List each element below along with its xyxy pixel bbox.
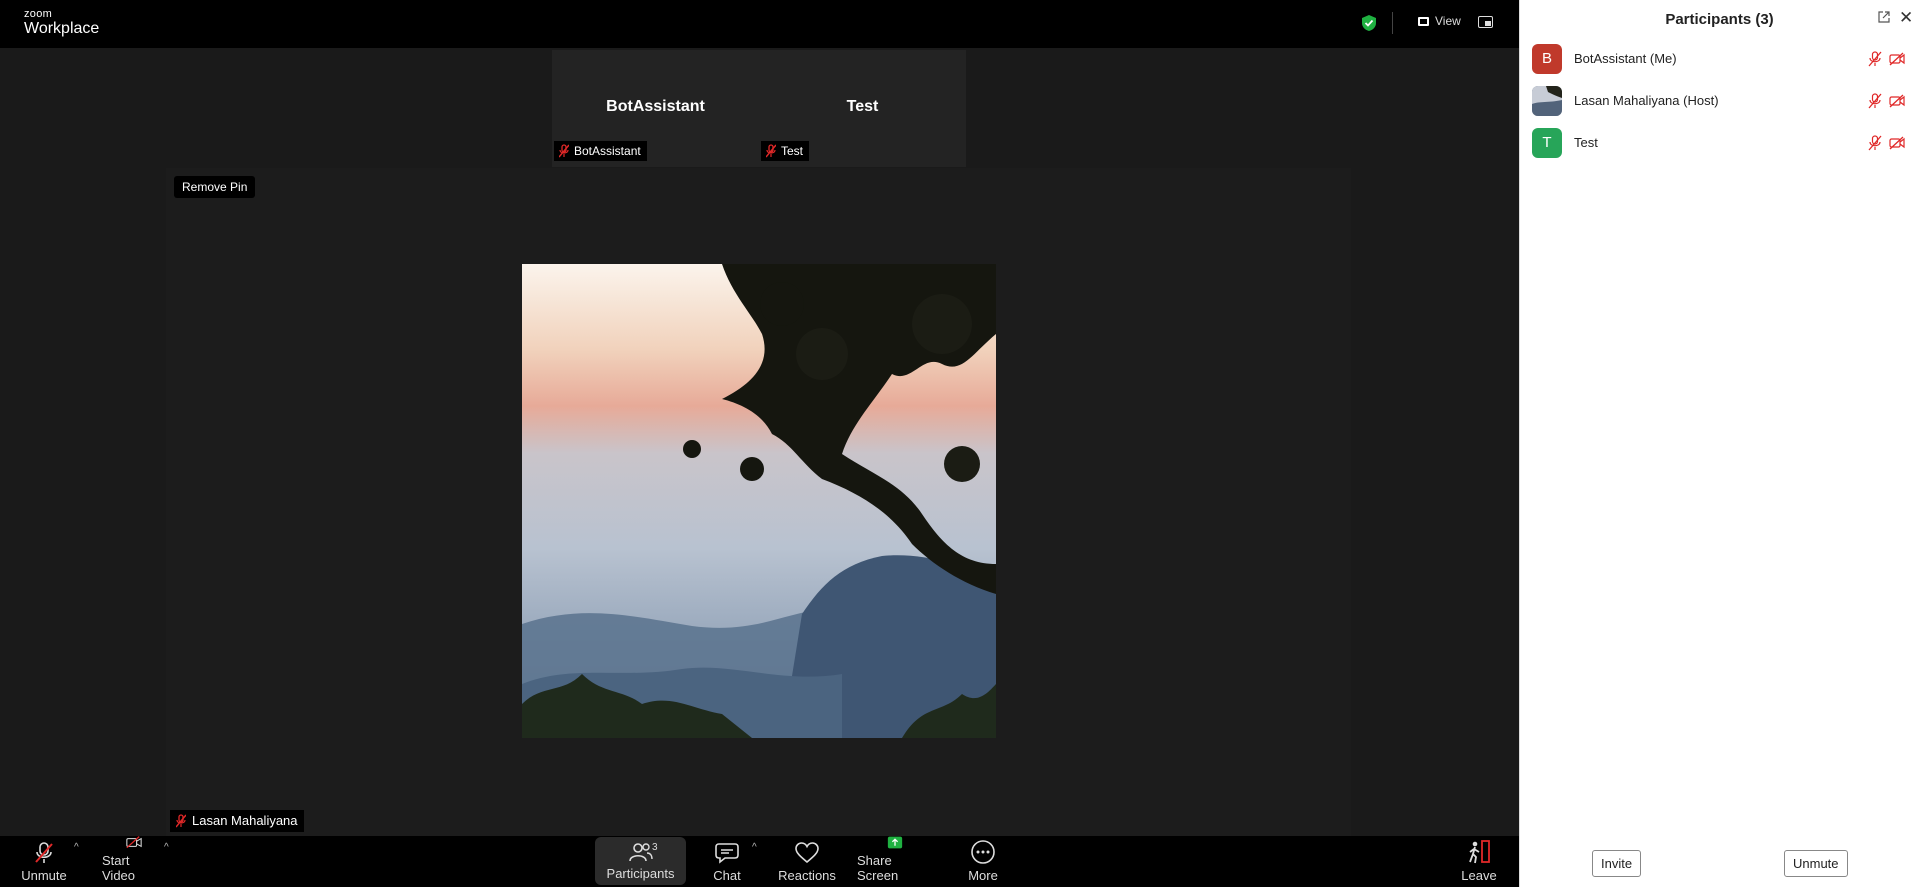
invite-button[interactable]: Invite <box>1592 850 1642 877</box>
video-off-icon <box>1889 52 1905 66</box>
view-grid-icon <box>1418 16 1429 26</box>
video-options-caret[interactable]: ^ <box>164 842 169 853</box>
muted-mic-icon <box>1868 135 1882 151</box>
more-button[interactable]: More <box>966 836 1000 887</box>
participant-row[interactable]: T Test <box>1520 122 1919 164</box>
participant-row[interactable]: B BotAssistant (Me) <box>1520 38 1919 80</box>
share-screen-icon <box>887 836 903 849</box>
video-off-icon <box>1889 94 1905 108</box>
audio-options-caret[interactable]: ^ <box>74 842 79 853</box>
pinned-video[interactable]: Remove Pin Lasan Mahaliyana <box>166 168 1351 836</box>
logo-big-text: Workplace <box>24 20 100 37</box>
unmute-button[interactable]: Unmute <box>20 836 68 887</box>
participants-panel: Participants (3) ✕ B BotAssistant (Me) L… <box>1519 0 1919 887</box>
more-dots-icon <box>971 840 995 864</box>
chat-label: Chat <box>713 868 741 883</box>
share-screen-button[interactable]: Share Screen <box>857 836 933 887</box>
avatar: T <box>1532 128 1562 158</box>
gallery-strip: BotAssistant BotAssistant Test Test <box>552 50 966 167</box>
participants-count-badge: 3 <box>652 842 658 853</box>
video-off-icon <box>126 836 142 849</box>
close-icon[interactable]: ✕ <box>1899 9 1913 26</box>
tile-name: BotAssistant <box>606 98 705 115</box>
encryption-shield-icon[interactable] <box>1362 15 1376 31</box>
tile-tag-label: Test <box>781 144 804 158</box>
remove-pin-button[interactable]: Remove Pin <box>174 176 256 198</box>
start-video-button[interactable]: Start Video <box>102 836 166 887</box>
avatar-photo <box>1532 86 1562 116</box>
chat-button[interactable]: Chat <box>707 836 747 887</box>
unmute-label: Unmute <box>21 868 67 883</box>
pinned-name-tag: Lasan Mahaliyana <box>170 810 304 832</box>
leave-button[interactable]: Leave <box>1460 836 1498 887</box>
participant-row[interactable]: Lasan Mahaliyana (Host) <box>1520 80 1919 122</box>
chat-options-caret[interactable]: ^ <box>752 842 757 853</box>
leave-door-icon <box>1469 840 1490 864</box>
muted-mic-icon <box>559 144 569 158</box>
tile-name-tag: BotAssistant <box>554 141 647 161</box>
chat-icon <box>715 843 739 864</box>
logo-small-text: zoom <box>24 8 53 20</box>
participant-name: Lasan Mahaliyana (Host) <box>1574 93 1719 108</box>
start-video-label: Start Video <box>102 853 136 883</box>
participant-name: Test <box>1574 135 1598 150</box>
participant-name: BotAssistant (Me) <box>1574 51 1677 66</box>
meeting-toolbar: Unmute ^ Start Video ^ Participants 3 Ch… <box>0 836 1519 887</box>
panel-title: Participants (3) <box>1665 11 1774 28</box>
share-screen-label: Share Screen <box>857 853 899 883</box>
participants-icon <box>628 843 653 862</box>
more-label: More <box>968 868 998 883</box>
video-off-icon <box>1889 136 1905 150</box>
tile-name: Test <box>846 98 879 115</box>
participant-video-feed <box>522 264 996 738</box>
top-bar: zoom Workplace View <box>0 0 1519 48</box>
muted-mic-icon <box>1868 51 1882 67</box>
picture-in-picture-icon[interactable] <box>1478 16 1493 28</box>
muted-mic-icon <box>35 842 53 863</box>
video-tile[interactable]: BotAssistant BotAssistant <box>552 50 759 167</box>
video-tile[interactable]: Test Test <box>759 50 966 167</box>
muted-mic-icon <box>1868 93 1882 109</box>
muted-mic-icon <box>176 814 186 828</box>
zoom-logo: zoom Workplace <box>24 9 99 37</box>
participants-label: Participants <box>606 866 675 881</box>
tile-name-tag: Test <box>761 141 810 161</box>
heart-icon <box>795 842 819 864</box>
reactions-button[interactable]: Reactions <box>778 836 836 887</box>
avatar <box>1532 86 1562 116</box>
reactions-label: Reactions <box>778 868 836 883</box>
leave-label: Leave <box>1461 868 1497 883</box>
sunset-tree-image <box>522 264 996 738</box>
tile-tag-label: BotAssistant <box>574 144 641 158</box>
participants-button[interactable]: Participants 3 <box>595 837 686 885</box>
view-label: View <box>1435 14 1461 28</box>
unmute-me-button[interactable]: Unmute <box>1784 850 1848 877</box>
muted-mic-icon <box>766 144 776 158</box>
avatar: B <box>1532 44 1562 74</box>
popout-icon[interactable] <box>1878 11 1890 23</box>
meeting-area: zoom Workplace View BotAssistant BotAssi… <box>0 0 1519 887</box>
pinned-name-label: Lasan Mahaliyana <box>192 813 298 828</box>
view-button[interactable]: View <box>1418 14 1461 28</box>
topbar-divider <box>1392 12 1393 34</box>
